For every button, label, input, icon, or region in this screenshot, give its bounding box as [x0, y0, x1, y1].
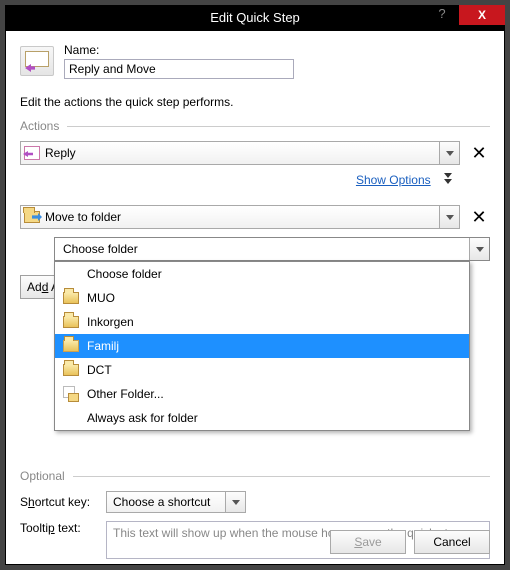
move-to-folder-icon	[24, 211, 40, 223]
folder-popup-item[interactable]: Always ask for folder	[55, 406, 469, 430]
folder-popup-item[interactable]: Other Folder...	[55, 382, 469, 406]
delete-action-button[interactable]: ✕	[468, 208, 490, 226]
quickstep-mail-icon	[20, 46, 54, 76]
expand-icon[interactable]	[444, 173, 452, 184]
chevron-down-icon	[446, 151, 454, 156]
dropdown-button[interactable]	[439, 142, 459, 164]
action-row-reply: Reply ✕	[20, 141, 490, 165]
folder-icon	[63, 316, 79, 328]
choose-folder-row: Choose folder Choose folderMUOInkorgenFa…	[54, 237, 490, 261]
dialog-content: Name: Edit the actions the quick step pe…	[6, 31, 504, 564]
folder-popup-label: Choose folder	[87, 267, 162, 281]
dropdown-button[interactable]	[469, 238, 489, 260]
name-label: Name:	[64, 43, 490, 57]
name-row: Name:	[20, 43, 490, 79]
folder-popup-label: MUO	[87, 291, 115, 305]
help-button[interactable]: ?	[427, 5, 457, 25]
actions-label: Actions	[20, 119, 59, 133]
action-reply-label: Reply	[43, 146, 439, 160]
folder-popup-label: Inkorgen	[87, 315, 134, 329]
dropdown-button[interactable]	[225, 492, 245, 512]
other-folder-icon	[63, 386, 79, 402]
folder-popup-label: DCT	[87, 363, 112, 377]
folder-popup-item[interactable]: Familj	[55, 334, 469, 358]
folder-popup-label: Familj	[87, 339, 119, 353]
actions-section-header: Actions	[20, 119, 490, 133]
chevron-down-icon	[446, 215, 454, 220]
shortcut-key-label: Shortcut key:	[20, 495, 100, 509]
cancel-button[interactable]: Cancel	[414, 530, 490, 554]
action-row-move: Move to folder ✕	[20, 205, 490, 229]
reply-icon	[24, 146, 40, 160]
folder-popup-label: Other Folder...	[87, 387, 164, 401]
delete-action-button[interactable]: ✕	[468, 144, 490, 162]
optional-label: Optional	[20, 469, 65, 483]
intro-text: Edit the actions the quick step performs…	[20, 95, 490, 109]
close-button[interactable]: X	[459, 5, 505, 25]
folder-popup: Choose folder MUO Inkorgen Familj DCT Other F…	[54, 261, 470, 431]
folder-icon	[63, 340, 79, 352]
action-reply-dropdown[interactable]: Reply	[20, 141, 460, 165]
optional-section-header: Optional	[20, 469, 490, 483]
folder-icon	[63, 292, 79, 304]
folder-popup-item[interactable]: Choose folder	[55, 262, 469, 286]
chevron-down-icon	[232, 500, 240, 505]
spacer-icon	[63, 266, 79, 282]
dropdown-button[interactable]	[439, 206, 459, 228]
show-options-link[interactable]: Show Options	[356, 173, 431, 187]
show-options-row: Show Options	[20, 173, 490, 187]
chevron-down-icon	[476, 247, 484, 252]
spacer-icon	[63, 410, 79, 426]
dialog-footer: Save Cancel	[330, 530, 490, 554]
choose-folder-dropdown[interactable]: Choose folder	[54, 237, 490, 261]
choose-folder-value: Choose folder	[55, 242, 469, 256]
name-input[interactable]	[64, 59, 294, 79]
shortcut-value: Choose a shortcut	[113, 495, 225, 509]
folder-popup-item[interactable]: Inkorgen	[55, 310, 469, 334]
action-move-label: Move to folder	[43, 210, 439, 224]
folder-popup-item[interactable]: MUO	[55, 286, 469, 310]
folder-popup-label: Always ask for folder	[87, 411, 198, 425]
folder-popup-item[interactable]: DCT	[55, 358, 469, 382]
tooltip-text-label: Tooltip text:	[20, 521, 100, 535]
shortcut-row: Shortcut key: Choose a shortcut	[20, 491, 490, 513]
dialog-window: Edit Quick Step ? X Name: Edit the actio…	[5, 5, 505, 565]
shortcut-combo[interactable]: Choose a shortcut	[106, 491, 246, 513]
action-move-dropdown[interactable]: Move to folder	[20, 205, 460, 229]
save-button[interactable]: Save	[330, 530, 406, 554]
titlebar: Edit Quick Step ? X	[5, 5, 505, 31]
folder-icon	[63, 364, 79, 376]
